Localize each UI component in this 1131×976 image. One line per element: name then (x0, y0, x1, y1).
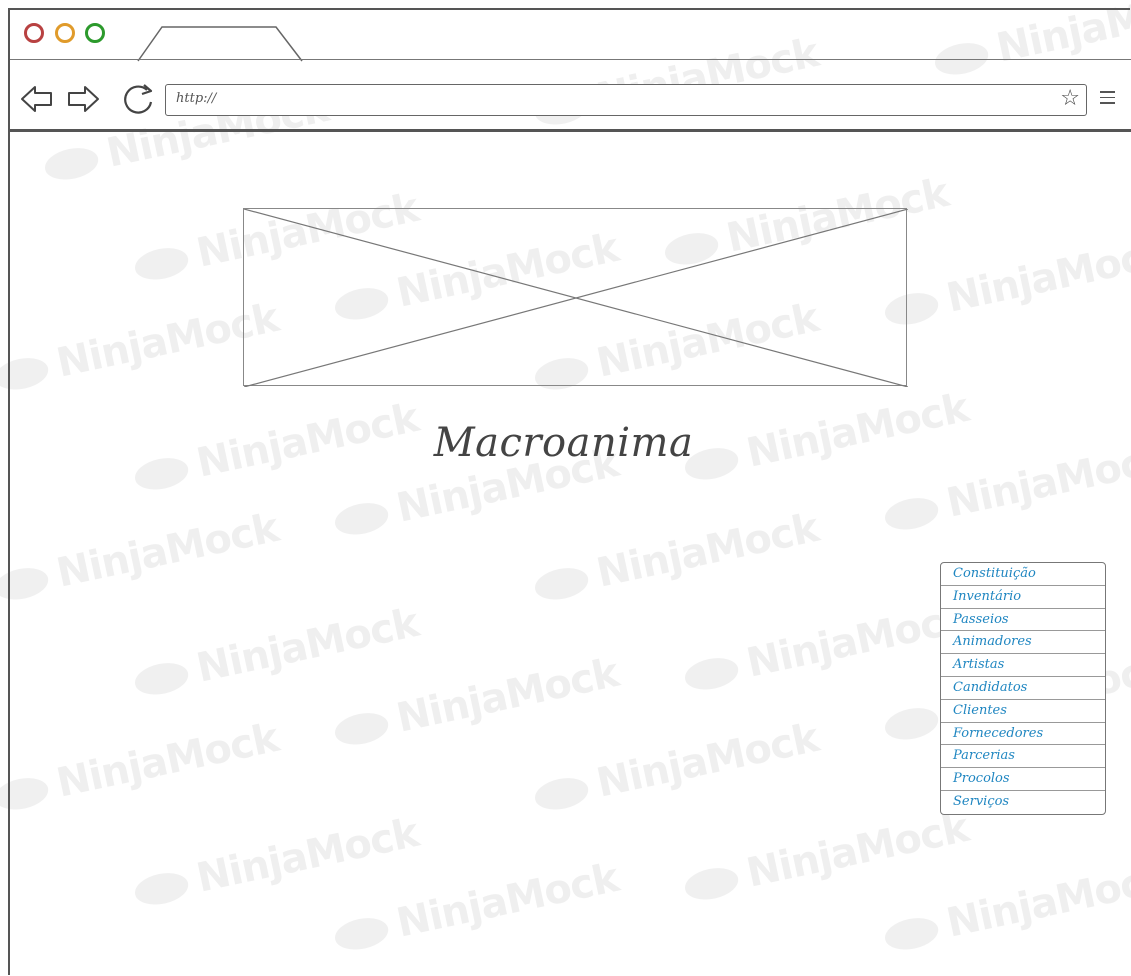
side-menu-item-clientes[interactable]: Clientes (941, 700, 1105, 723)
side-menu-item-inventario[interactable]: Inventário (941, 586, 1105, 609)
forward-arrow-icon[interactable] (66, 84, 100, 118)
side-menu-item-candidatos[interactable]: Candidatos (941, 677, 1105, 700)
hamburger-menu-icon[interactable] (1100, 91, 1115, 108)
side-menu-item-passeios[interactable]: Passeios (941, 609, 1105, 632)
image-placeholder (243, 208, 908, 387)
title-bar (10, 10, 1130, 62)
url-text: http:// (176, 91, 217, 106)
reload-icon[interactable] (120, 82, 158, 122)
side-menu-item-animadores[interactable]: Animadores (941, 631, 1105, 655)
side-menu-item-constituicao[interactable]: Constituição (941, 563, 1105, 586)
side-menu-item-procolos[interactable]: Procolos (941, 768, 1105, 791)
side-menu-item-parcerias[interactable]: Parcerias (941, 745, 1105, 769)
minimize-window-icon[interactable] (55, 23, 75, 43)
star-icon[interactable]: ☆ (1060, 88, 1080, 110)
address-bar[interactable]: http:// ☆ (165, 84, 1087, 116)
page-title: Macroanima (433, 420, 694, 466)
back-arrow-icon[interactable] (20, 84, 54, 118)
title-bar-divider (10, 59, 1131, 60)
close-window-icon[interactable] (24, 23, 44, 43)
browser-window (8, 8, 1130, 975)
side-menu-item-fornecedores[interactable]: Fornecedores (941, 723, 1105, 746)
toolbar-divider (10, 129, 1131, 132)
maximize-window-icon[interactable] (85, 23, 105, 43)
side-menu: Constituição Inventário Passeios Animado… (940, 562, 1106, 815)
side-menu-item-artistas[interactable]: Artistas (941, 654, 1105, 677)
side-menu-item-servicos[interactable]: Serviços (941, 791, 1105, 814)
